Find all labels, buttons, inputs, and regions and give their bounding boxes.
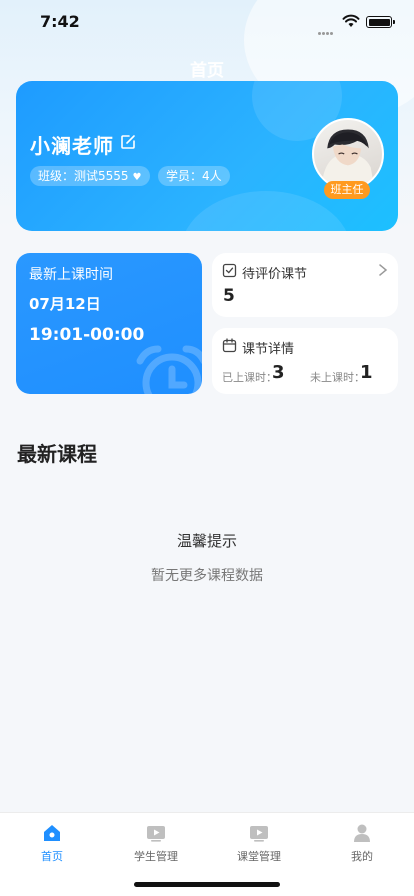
pending-hours-value: 1: [360, 362, 373, 383]
class-label: 班级：测试5555: [38, 169, 129, 183]
empty-state-message: 暂无更多课程数据: [151, 568, 263, 584]
battery-icon: [366, 16, 395, 28]
pending-review-count: 5: [223, 286, 235, 306]
latest-class-card[interactable]: 最新上课时间 07月12日 19:01-00:00: [16, 253, 202, 394]
tab-label: 学生管理: [134, 850, 178, 863]
tab-student-management[interactable]: 学生管理: [104, 813, 208, 873]
tab-home[interactable]: 首页: [0, 813, 104, 873]
latest-class-title: 最新上课时间: [29, 267, 113, 283]
edit-square-icon: [222, 263, 237, 278]
latest-class-date: 07月12日: [29, 295, 101, 313]
status-time: 7:42: [40, 12, 80, 31]
video-icon: [147, 826, 165, 842]
alarm-clock-icon: [136, 345, 202, 394]
pending-review-card[interactable]: 待评价课节 5: [212, 253, 398, 317]
wifi-icon: [342, 14, 360, 27]
calendar-icon: [222, 338, 237, 353]
tab-classroom-management[interactable]: 课堂管理: [207, 813, 311, 873]
pending-hours-label: 未上课时：: [310, 371, 365, 384]
home-icon: [44, 825, 60, 841]
class-detail-title: 课节详情: [242, 342, 295, 357]
edit-icon[interactable]: [120, 134, 136, 150]
class-detail-card[interactable]: 课节详情 已上课时： 3 未上课时： 1: [212, 328, 398, 394]
latest-class-time: 19:01-00:00: [29, 325, 145, 345]
chevron-right-icon: [379, 264, 388, 276]
done-hours-value: 3: [272, 362, 285, 383]
video-icon: [250, 826, 268, 842]
empty-state-title: 温馨提示: [176, 532, 237, 550]
section-title: 最新课程: [17, 442, 97, 466]
page-title: 首页: [190, 61, 224, 81]
student-count: 学员：4人: [158, 166, 230, 186]
status-bar: 7:42: [0, 0, 414, 44]
tab-label: 首页: [41, 850, 63, 863]
card-decoration: [181, 191, 351, 231]
tab-label: 我的: [351, 850, 373, 863]
signal-icon: [318, 20, 334, 35]
person-icon: [354, 824, 370, 842]
pending-review-title: 待评价课节: [242, 267, 308, 282]
done-hours-label: 已上课时：: [222, 371, 277, 384]
tab-label: 课堂管理: [237, 850, 281, 863]
teacher-name: 小澜老师: [30, 134, 114, 158]
class-selector[interactable]: 班级：测试5555 ♥: [30, 166, 150, 186]
avatar[interactable]: [312, 118, 384, 190]
role-badge: 班主任: [324, 181, 370, 199]
tab-mine[interactable]: 我的: [310, 813, 414, 873]
heart-icon: ♥: [132, 172, 142, 183]
home-indicator: [134, 882, 280, 887]
teacher-profile-card[interactable]: 小澜老师 班级：测试5555 ♥ 学员：4人 班主任: [16, 81, 398, 231]
